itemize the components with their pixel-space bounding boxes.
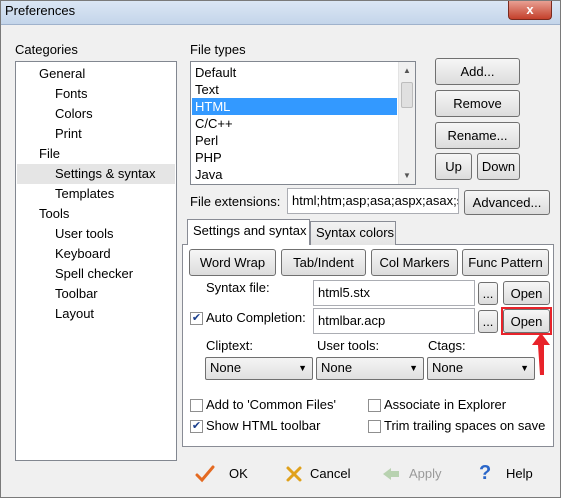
func-pattern-button[interactable]: Func Pattern xyxy=(462,249,549,276)
category-item[interactable]: Print xyxy=(17,124,175,144)
show-html-toolbar-checkbox[interactable]: ✔ xyxy=(190,420,203,433)
cliptext-value: None xyxy=(210,360,242,375)
common-files-label: Add to 'Common Files' xyxy=(206,397,336,412)
category-item[interactable]: Toolbar xyxy=(17,284,175,304)
associate-explorer-checkbox[interactable] xyxy=(368,399,381,412)
user-tools-select[interactable]: None ▼ xyxy=(316,357,424,380)
close-button[interactable]: x xyxy=(508,1,552,20)
chevron-down-icon: ▼ xyxy=(298,363,307,373)
remove-button[interactable]: Remove xyxy=(435,90,520,117)
auto-completion-browse-button[interactable]: ... xyxy=(478,310,498,333)
file-type-item[interactable]: PHP xyxy=(192,149,397,166)
syntax-file-browse-button[interactable]: ... xyxy=(478,282,498,305)
scroll-up-arrow-icon[interactable]: ▲ xyxy=(399,62,415,79)
cliptext-select[interactable]: None ▼ xyxy=(205,357,313,380)
cancel-x-icon xyxy=(286,466,302,482)
category-item[interactable]: Templates xyxy=(17,184,175,204)
category-item[interactable]: Tools xyxy=(17,204,175,224)
help-question-icon: ? xyxy=(479,462,492,484)
checkmark-icon xyxy=(195,465,215,483)
preferences-dialog: Preferences x Categories General Fonts Col… xyxy=(0,0,561,498)
tab-indent-button[interactable]: Tab/Indent xyxy=(281,249,366,276)
file-types-scrollbar[interactable]: ▲ ▼ xyxy=(398,62,415,184)
syntax-file-input[interactable]: html5.stx xyxy=(313,280,475,306)
auto-completion-input[interactable]: htmlbar.acp xyxy=(313,308,475,334)
file-extensions-label: File extensions: xyxy=(190,194,281,209)
ctags-select[interactable]: None ▼ xyxy=(427,357,535,380)
advanced-button[interactable]: Advanced... xyxy=(464,190,550,215)
file-type-item[interactable]: Perl xyxy=(192,132,397,149)
word-wrap-button[interactable]: Word Wrap xyxy=(189,249,276,276)
category-item[interactable]: File xyxy=(17,144,175,164)
categories-tree[interactable]: General Fonts Colors Print File Settings & sy… xyxy=(15,61,177,461)
help-label: Help xyxy=(506,466,533,481)
apply-arrow-icon xyxy=(383,468,399,480)
file-types-label: File types xyxy=(190,42,246,57)
help-button[interactable]: ? Help xyxy=(469,459,541,489)
file-types-list[interactable]: ▲ ▼ Default Text HTML C/C++ Perl PHP Java xyxy=(190,61,416,185)
associate-explorer-label: Associate in Explorer xyxy=(384,397,507,412)
tab-settings-and-syntax[interactable]: Settings and syntax xyxy=(187,219,310,245)
chevron-down-icon: ▼ xyxy=(520,363,529,373)
scroll-thumb[interactable] xyxy=(401,82,413,108)
ok-label: OK xyxy=(229,466,248,481)
down-button[interactable]: Down xyxy=(477,153,520,180)
user-tools-label: User tools: xyxy=(317,338,380,353)
ok-button[interactable]: OK xyxy=(189,459,261,489)
category-item[interactable]: General xyxy=(17,64,175,84)
cliptext-label: Cliptext: xyxy=(206,338,253,353)
add-button[interactable]: Add... xyxy=(435,58,520,85)
window-title: Preferences xyxy=(5,3,76,18)
apply-button[interactable]: Apply xyxy=(375,459,455,489)
title-bar: Preferences x xyxy=(1,1,560,25)
show-html-toolbar-label: Show HTML toolbar xyxy=(206,418,321,433)
trim-spaces-checkbox[interactable] xyxy=(368,420,381,433)
rename-button[interactable]: Rename... xyxy=(435,122,520,149)
file-type-item[interactable]: Text xyxy=(192,81,397,98)
category-item[interactable]: Layout xyxy=(17,304,175,324)
category-item[interactable]: Keyboard xyxy=(17,244,175,264)
tab-syntax-colors[interactable]: Syntax colors xyxy=(310,221,396,245)
file-type-item[interactable]: Java xyxy=(192,166,397,183)
file-type-item[interactable]: HTML xyxy=(192,98,397,115)
category-item[interactable]: Fonts xyxy=(17,84,175,104)
file-type-item[interactable]: Default xyxy=(192,64,397,81)
up-button[interactable]: Up xyxy=(435,153,472,180)
syntax-file-label: Syntax file: xyxy=(206,280,270,295)
user-tools-value: None xyxy=(321,360,353,375)
chevron-down-icon: ▼ xyxy=(409,363,418,373)
common-files-checkbox[interactable] xyxy=(190,399,203,412)
auto-completion-checkbox[interactable]: ✔ xyxy=(190,312,203,325)
category-item[interactable]: Settings & syntax xyxy=(17,164,175,184)
category-item[interactable]: Spell checker xyxy=(17,264,175,284)
scroll-down-arrow-icon[interactable]: ▼ xyxy=(399,167,415,184)
category-item[interactable]: User tools xyxy=(17,224,175,244)
apply-label: Apply xyxy=(409,466,442,481)
categories-label: Categories xyxy=(15,42,78,57)
ctags-label: Ctags: xyxy=(428,338,466,353)
cancel-button[interactable]: Cancel xyxy=(279,459,361,489)
file-extensions-input[interactable]: html;htm;asp;asa;aspx;asax;s xyxy=(287,188,459,214)
auto-completion-label: Auto Completion: xyxy=(206,310,306,325)
col-markers-button[interactable]: Col Markers xyxy=(371,249,458,276)
file-type-item[interactable]: C/C++ xyxy=(192,115,397,132)
cancel-label: Cancel xyxy=(310,466,351,481)
category-item[interactable]: Colors xyxy=(17,104,175,124)
ctags-value: None xyxy=(432,360,464,375)
syntax-file-open-button[interactable]: Open xyxy=(503,281,550,305)
trim-spaces-label: Trim trailing spaces on save xyxy=(384,418,546,433)
